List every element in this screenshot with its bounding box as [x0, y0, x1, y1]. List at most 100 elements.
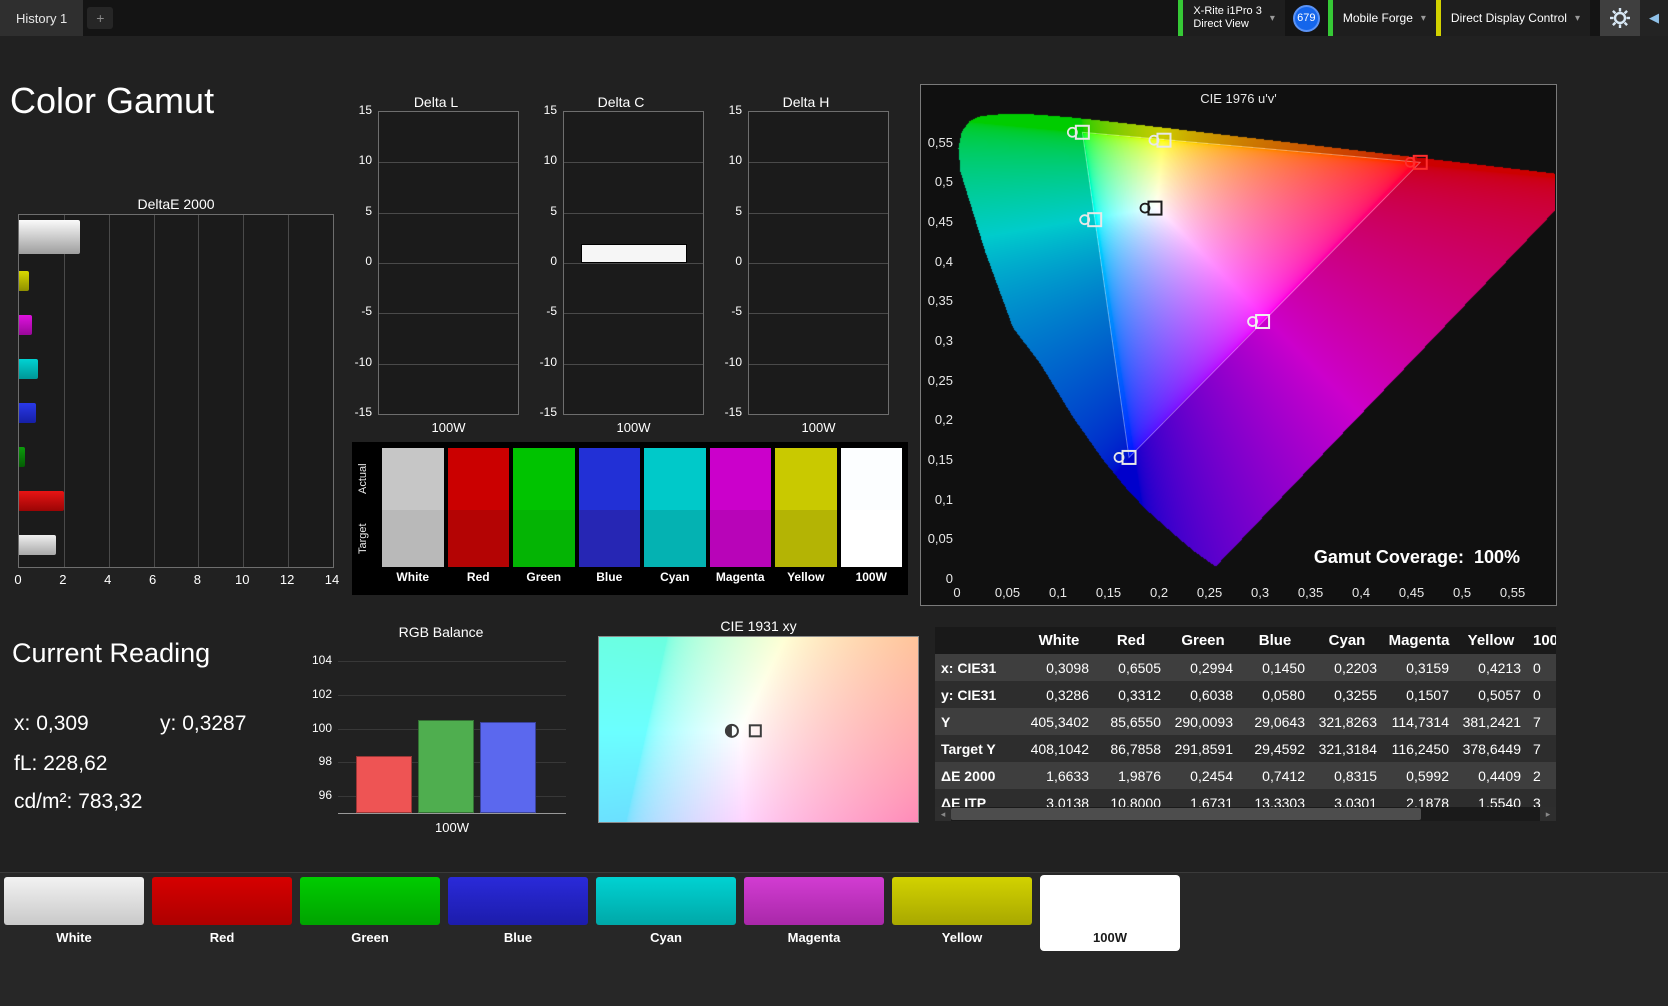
axis-tick-label: 8 [193, 572, 202, 587]
column-header-white: White [1038, 632, 1080, 649]
bar-100w [19, 220, 80, 254]
axis-tick-label: 0,3 [1250, 585, 1270, 600]
swatch-column-100w: 100W [840, 448, 902, 595]
axis-tick-label: 15 [728, 103, 742, 117]
pattern-source-dropdown[interactable]: Mobile Forge ▾ [1332, 0, 1436, 36]
gamut-coverage-label: Gamut Coverage: [1313, 547, 1464, 567]
test-patch-cyan[interactable]: Cyan [596, 877, 736, 949]
table-cell: 321,8263 [1318, 713, 1377, 730]
scroll-left-arrow[interactable]: ◂ [935, 807, 951, 821]
horizontal-scrollbar[interactable]: ◂ ▸ [935, 807, 1556, 821]
axis-tick-label: 0,35 [927, 293, 953, 309]
actual-swatch [578, 448, 640, 510]
bar-red [356, 755, 412, 813]
axis-tick-label: 0 [735, 254, 742, 268]
table-cell: 29,4592 [1254, 740, 1305, 757]
table-cell: 405,3402 [1030, 713, 1089, 730]
axis-tick-label: -15 [724, 405, 742, 419]
current-reading-title: Current Reading [12, 638, 211, 668]
axis-tick-label: 6 [148, 572, 157, 587]
axis-tick-label: 5 [365, 203, 372, 218]
swatch-label: White [396, 570, 430, 584]
gridline [288, 215, 290, 567]
table-cell: 29,0643 [1254, 713, 1305, 730]
left-arrow-icon: ◀ [1649, 10, 1659, 25]
chart-title: Delta L [413, 94, 459, 110]
swatch-row-labels: Actual Target [354, 448, 378, 595]
bar-blue [19, 403, 36, 423]
table-cell: 0,4213 [1478, 659, 1521, 676]
test-patch-100w[interactable]: 100W [1040, 875, 1180, 951]
cie-1931-xy-chart: CIE 1931 xy [598, 618, 919, 824]
settings-button[interactable] [1600, 0, 1640, 36]
history-tab[interactable]: History 1 [0, 0, 84, 36]
reading-y-value: 0,3287 [182, 712, 247, 735]
test-patch-white[interactable]: White [4, 877, 144, 949]
actual-row-label: Actual [357, 463, 369, 495]
collapse-panel-button[interactable]: ◀ [1640, 0, 1668, 36]
measurement-count-badge[interactable]: 679 [1292, 4, 1320, 32]
chevron-down-icon: ▾ [1269, 12, 1275, 24]
table-cell: 0 [1533, 686, 1541, 703]
swatch-label: 100W [855, 570, 887, 584]
row-label-header [935, 627, 1023, 654]
table-cell: 0,1450 [1262, 659, 1305, 676]
axis-category-label: 100W [801, 420, 836, 435]
meter-dropdown[interactable]: X-Rite i1Pro 3 Direct View ▾ [1183, 0, 1285, 36]
gridline [379, 363, 518, 365]
axis-tick-label: 0,5 [934, 174, 953, 190]
display-control-dropdown[interactable]: Direct Display Control ▾ [1440, 0, 1590, 36]
table-row: ΔE 2000 1,6633 1,9876 0,2454 0,7412 0,8315 0,5… [935, 762, 1556, 789]
reading-cdm2: cd/m²: 783,32 [14, 790, 142, 814]
row-label: y: CIE31 [941, 686, 997, 703]
patch-label: Red [209, 930, 235, 945]
gridline [749, 263, 888, 264]
table-cell: 2 [1533, 767, 1541, 784]
scrollbar-thumb[interactable] [951, 808, 1421, 820]
table-cell: 0 [1533, 659, 1541, 676]
reading-fl-value: 228,62 [43, 752, 108, 775]
test-patch-blue[interactable]: Blue [448, 877, 588, 949]
table-row: y: CIE31 0,3286 0,3312 0,6038 0,0580 0,3255 0,… [935, 681, 1556, 708]
test-patch-red[interactable]: Red [152, 877, 292, 949]
axis-tick-label: -5 [361, 304, 372, 319]
row-label: x: CIE31 [941, 659, 997, 676]
add-tab-button[interactable]: + [87, 7, 114, 29]
calibration-app-window: History 1 + X-Rite i1Pro 3 Direct View ▾… [0, 0, 1668, 1006]
axis-tick-label: 2 [59, 572, 67, 587]
table-cell: 114,7314 [1391, 713, 1449, 730]
axis-tick-label: 0,05 [994, 585, 1021, 600]
delta-l-chart: Delta L 15 10 5 0 -5 -10 -15 100W [348, 94, 524, 442]
patch-label: Green [351, 930, 389, 945]
axis-tick-label: 0,05 [927, 531, 953, 547]
axis-tick-label: 0,45 [1398, 585, 1425, 600]
actual-swatch [513, 448, 575, 510]
swatch-column-yellow: Yellow [775, 448, 837, 595]
target-swatch [644, 510, 706, 567]
target-swatch [382, 510, 444, 567]
table-cell: 378,6449 [1462, 740, 1521, 757]
chart-title: CIE 1931 xy [720, 618, 797, 634]
target-swatch [709, 510, 771, 567]
axis-tick-label: 0,45 [927, 214, 953, 230]
reading-fl-label: fL: [14, 752, 38, 775]
scroll-right-arrow[interactable]: ▸ [1540, 807, 1556, 821]
y-axis-labels: 104 102 100 98 96 [308, 646, 335, 814]
table-row: x: CIE31 0,3098 0,6505 0,2994 0,1450 0,2203 0,… [935, 654, 1556, 681]
axis-tick-label: 0,3 [934, 333, 953, 349]
axis-tick-label: 0,15 [1095, 585, 1122, 600]
gridline [63, 215, 65, 567]
test-patch-yellow[interactable]: Yellow [892, 877, 1032, 949]
chart-title: DeltaE 2000 [137, 196, 215, 212]
test-patch-green[interactable]: Green [300, 877, 440, 949]
plot-area [378, 111, 519, 415]
axis-tick-label: -10 [539, 354, 557, 369]
swatch-label: Cyan [660, 570, 690, 584]
axis-tick-label: 0,4 [1352, 585, 1371, 600]
patch-swatch [448, 877, 588, 925]
test-patch-magenta[interactable]: Magenta [744, 877, 884, 949]
table-cell: 86,7858 [1110, 740, 1161, 757]
axis-tick-label: 98 [318, 754, 332, 769]
axis-tick-label: 0 [365, 254, 372, 268]
table-cell: 290,0093 [1174, 713, 1233, 730]
